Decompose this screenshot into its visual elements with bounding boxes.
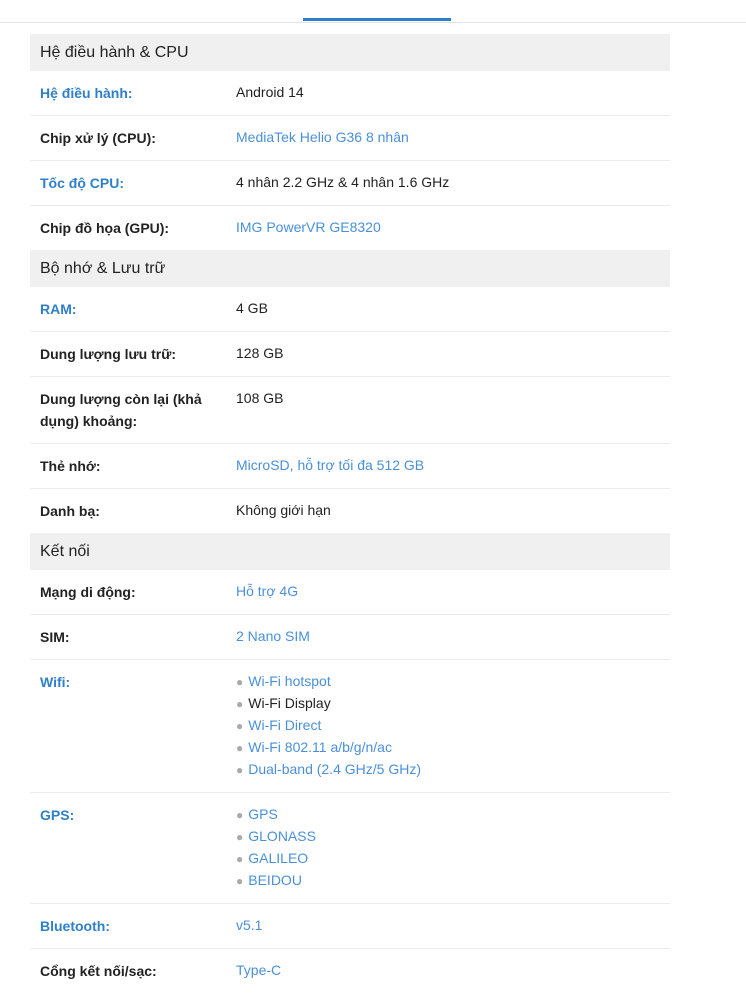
galileo-link[interactable]: GALILEO [248, 850, 308, 866]
spec-label-gpu: Chip đồ họa (GPU): [40, 220, 170, 236]
beidou-link[interactable]: BEIDOU [248, 872, 302, 888]
bullet-icon: ● [236, 808, 244, 822]
spec-value-ram: 4 GB [236, 300, 268, 316]
spec-row-storage: Dung lượng lưu trữ: 128 GB [30, 332, 670, 377]
bullet-icon: ● [236, 830, 244, 844]
spec-label-memory-card: Thẻ nhớ: [40, 458, 101, 474]
wifi-feature-list: ● Wi-Fi hotspot ● Wi-Fi Display ● Wi-Fi Dir… [236, 671, 670, 781]
spec-value-available-storage: 108 GB [236, 390, 284, 406]
bullet-icon: ● [236, 763, 244, 777]
top-tab-bar [0, 0, 746, 23]
spec-value-os: Android 14 [236, 84, 304, 100]
active-tab-indicator [303, 18, 451, 21]
spec-label-ram[interactable]: RAM: [40, 298, 236, 320]
section-header-connectivity: Kết nối [30, 533, 670, 570]
wifi-display-text: Wi-Fi Display [248, 695, 331, 711]
spec-label-sim: SIM: [40, 629, 70, 645]
spec-value-contacts: Không giới hạn [236, 502, 331, 518]
spec-label-gps[interactable]: GPS: [40, 804, 236, 892]
bullet-icon: ● [236, 852, 244, 866]
spec-value-storage: 128 GB [236, 345, 284, 361]
spec-row-ram: RAM: 4 GB [30, 287, 670, 332]
spec-row-sim: SIM: 2 Nano SIM [30, 615, 670, 660]
spec-value-bluetooth-link[interactable]: v5.1 [236, 915, 670, 937]
spec-row-gps: GPS: ● GPS ● GLONASS ● GALILEO ● BEIDOU [30, 793, 670, 904]
spec-row-charging-port: Cổng kết nối/sạc: Type-C [30, 949, 670, 993]
spec-row-os: Hệ điều hành: Android 14 [30, 71, 670, 116]
gps-link[interactable]: GPS [248, 806, 278, 822]
wifi-standard-link[interactable]: Wi-Fi 802.11 a/b/g/n/ac [248, 739, 392, 755]
spec-row-available-storage: Dung lượng còn lại (khả dụng) khoảng: 10… [30, 377, 670, 444]
spec-value-mobile-network-link[interactable]: Hỗ trợ 4G [236, 581, 670, 603]
glonass-link[interactable]: GLONASS [248, 828, 316, 844]
spec-label-available-storage: Dung lượng còn lại (khả dụng) khoảng: [40, 391, 202, 429]
list-item[interactable]: ● Wi-Fi hotspot [236, 671, 670, 693]
bullet-icon: ● [236, 874, 244, 888]
spec-value-wifi: ● Wi-Fi hotspot ● Wi-Fi Display ● Wi-Fi Dir… [236, 671, 670, 781]
bullet-icon: ● [236, 675, 244, 689]
spec-value-memory-card-link[interactable]: MicroSD, hỗ trợ tối đa 512 GB [236, 455, 670, 477]
spec-row-gpu: Chip đồ họa (GPU): IMG PowerVR GE8320 [30, 206, 670, 250]
spec-value-charging-port-link[interactable]: Type-C [236, 960, 670, 982]
spec-row-bluetooth: Bluetooth: v5.1 [30, 904, 670, 949]
list-item[interactable]: ● BEIDOU [236, 870, 670, 892]
wifi-dual-band-link[interactable]: Dual-band (2.4 GHz/5 GHz) [248, 761, 421, 777]
list-item[interactable]: ● GLONASS [236, 826, 670, 848]
section-header-os-cpu: Hệ điều hành & CPU [30, 34, 670, 71]
spec-label-cpu-speed[interactable]: Tốc độ CPU: [40, 172, 236, 194]
bullet-icon: ● [236, 741, 244, 755]
spec-label-mobile-network: Mạng di động: [40, 584, 136, 600]
spec-label-bluetooth[interactable]: Bluetooth: [40, 915, 236, 937]
spec-row-mobile-network: Mạng di động: Hỗ trợ 4G [30, 570, 670, 615]
spec-value-cpu-speed: 4 nhân 2.2 GHz & 4 nhân 1.6 GHz [236, 174, 450, 190]
list-item[interactable]: ● Wi-Fi 802.11 a/b/g/n/ac [236, 737, 670, 759]
spec-row-memory-card: Thẻ nhớ: MicroSD, hỗ trợ tối đa 512 GB [30, 444, 670, 489]
spec-value-gpu-link[interactable]: IMG PowerVR GE8320 [236, 217, 670, 239]
list-item: ● Wi-Fi Display [236, 693, 670, 715]
spec-label-wifi[interactable]: Wifi: [40, 671, 236, 781]
spec-label-charging-port: Cổng kết nối/sạc: [40, 963, 157, 979]
wifi-direct-link[interactable]: Wi-Fi Direct [248, 717, 321, 733]
spec-label-os[interactable]: Hệ điều hành: [40, 82, 236, 104]
spec-value-cpu-link[interactable]: MediaTek Helio G36 8 nhân [236, 127, 670, 149]
spec-row-cpu-speed: Tốc độ CPU: 4 nhân 2.2 GHz & 4 nhân 1.6 … [30, 161, 670, 206]
spec-label-contacts: Danh bạ: [40, 503, 100, 519]
spec-value-sim-link[interactable]: 2 Nano SIM [236, 626, 670, 648]
bullet-icon: ● [236, 697, 244, 711]
gps-feature-list: ● GPS ● GLONASS ● GALILEO ● BEIDOU [236, 804, 670, 892]
spec-row-cpu: Chip xử lý (CPU): MediaTek Helio G36 8 n… [30, 116, 670, 161]
list-item[interactable]: ● Dual-band (2.4 GHz/5 GHz) [236, 759, 670, 781]
spec-table: Hệ điều hành & CPU Hệ điều hành: Android… [30, 34, 670, 993]
list-item[interactable]: ● GALILEO [236, 848, 670, 870]
spec-value-gps: ● GPS ● GLONASS ● GALILEO ● BEIDOU [236, 804, 670, 892]
list-item[interactable]: ● GPS [236, 804, 670, 826]
section-header-memory: Bộ nhớ & Lưu trữ [30, 250, 670, 287]
wifi-hotspot-link[interactable]: Wi-Fi hotspot [248, 673, 330, 689]
spec-label-cpu: Chip xử lý (CPU): [40, 130, 156, 146]
list-item[interactable]: ● Wi-Fi Direct [236, 715, 670, 737]
spec-row-contacts: Danh bạ: Không giới hạn [30, 489, 670, 533]
spec-row-wifi: Wifi: ● Wi-Fi hotspot ● Wi-Fi Display ● Wi-… [30, 660, 670, 793]
bullet-icon: ● [236, 719, 244, 733]
spec-label-storage: Dung lượng lưu trữ: [40, 346, 177, 362]
